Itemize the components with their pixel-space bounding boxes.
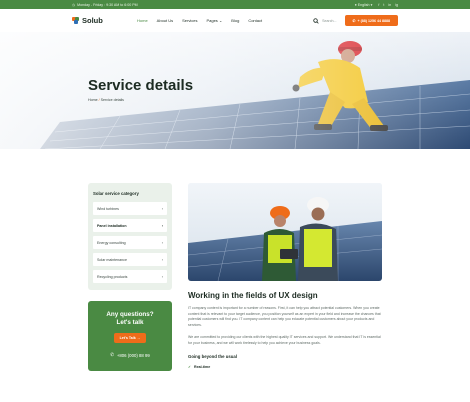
service-image (188, 183, 382, 281)
breadcrumb-separator: / (98, 98, 100, 102)
content-subheading: Going beyond the usual (188, 354, 237, 360)
category-item-solar-maintenance[interactable]: Solar maintenance › (93, 253, 167, 266)
main-nav: Home About Us Services Pages ⌄ Blog Cont… (137, 18, 262, 23)
category-item-recycling-products[interactable]: Recycling products › (93, 270, 167, 283)
twitter-icon[interactable]: t (383, 3, 384, 7)
nav-contact[interactable]: Contact (248, 18, 262, 23)
questions-title: Any questions? (106, 311, 154, 318)
category-title: Solar service category (93, 191, 139, 196)
nav-services[interactable]: Services (182, 18, 197, 23)
facebook-icon[interactable]: f (378, 3, 379, 7)
main-header: Solub Home About Us Services Pages ⌄ Blo… (0, 9, 470, 32)
breadcrumb: Home / Service details (88, 98, 124, 102)
chevron-right-icon: › (161, 274, 163, 279)
category-item-energy-consulting[interactable]: Energy consulting › (93, 236, 167, 249)
nav-about[interactable]: About Us (157, 18, 173, 23)
arrow-right-icon: → (136, 336, 141, 340)
language-select[interactable]: ● English ▾ (355, 3, 373, 7)
page-title: Service details (88, 77, 194, 94)
chevron-down-icon: ▾ (370, 2, 373, 7)
chevron-right-icon: › (161, 257, 163, 262)
questions-widget: Any questions? Let's talk Let's Talk → ✆… (88, 301, 172, 371)
phone-icon: ✆ (352, 18, 356, 23)
main-content: Working in the fields of UX design IT co… (188, 183, 382, 369)
page-hero: Service details Home / Service details (0, 32, 470, 149)
content-paragraph-1: IT company content is important for a nu… (188, 306, 381, 328)
search-label: Search... (322, 18, 337, 23)
search-button[interactable]: Search... (313, 17, 337, 24)
logo-mark-icon (72, 17, 79, 24)
nav-pages[interactable]: Pages ⌄ (206, 18, 222, 23)
clock-icon: ◷ (72, 2, 76, 7)
linkedin-icon[interactable]: in (388, 3, 391, 7)
search-icon (313, 17, 319, 24)
hero-background-image (0, 32, 470, 149)
breadcrumb-current: Service details (100, 98, 124, 102)
check-icon: ✓ (188, 365, 192, 370)
category-widget: Solar service category Wind turbines › P… (88, 183, 172, 290)
breadcrumb-home[interactable]: Home (88, 98, 98, 102)
feature-list-item: ✓ Real-time (188, 365, 211, 370)
hours-text: Monday - Friday : 9:30 AM to 6:00 PM (77, 2, 138, 7)
questions-phone[interactable]: ✆ +806 (000) 88 99 (88, 352, 172, 358)
questions-subtitle: Let's talk (116, 318, 144, 326)
social-links: f t in ig (378, 3, 398, 7)
lets-talk-button[interactable]: Let's Talk → (113, 333, 147, 343)
top-bar: ◷ Monday - Friday : 9:30 AM to 6:00 PM ●… (0, 0, 470, 9)
nav-home[interactable]: Home (137, 18, 148, 23)
opening-hours: ◷ Monday - Friday : 9:30 AM to 6:00 PM (72, 3, 138, 7)
chevron-right-icon: › (161, 240, 163, 245)
chevron-right-icon: › (161, 206, 163, 211)
chevron-right-icon: › (161, 223, 163, 228)
logo[interactable]: Solub (72, 16, 136, 25)
phone-icon: ✆ (110, 352, 114, 357)
logo-text: Solub (82, 16, 103, 25)
call-button[interactable]: ✆ + (88) 1256 44 8888 (344, 15, 398, 26)
content-heading: Working in the fields of UX design (188, 291, 318, 300)
nav-blog[interactable]: Blog (231, 18, 239, 23)
instagram-icon[interactable]: ig (395, 3, 398, 7)
category-item-panel-installation[interactable]: Panel installation › (93, 219, 167, 232)
globe-icon: ● (354, 2, 357, 7)
engineers-photo (188, 183, 382, 281)
content-paragraph-2: We are committed to providing our client… (188, 334, 381, 345)
category-item-wind-turbines[interactable]: Wind turbines › (93, 202, 167, 215)
sidebar: Solar service category Wind turbines › P… (88, 183, 172, 371)
chevron-down-icon: ⌄ (218, 18, 223, 23)
